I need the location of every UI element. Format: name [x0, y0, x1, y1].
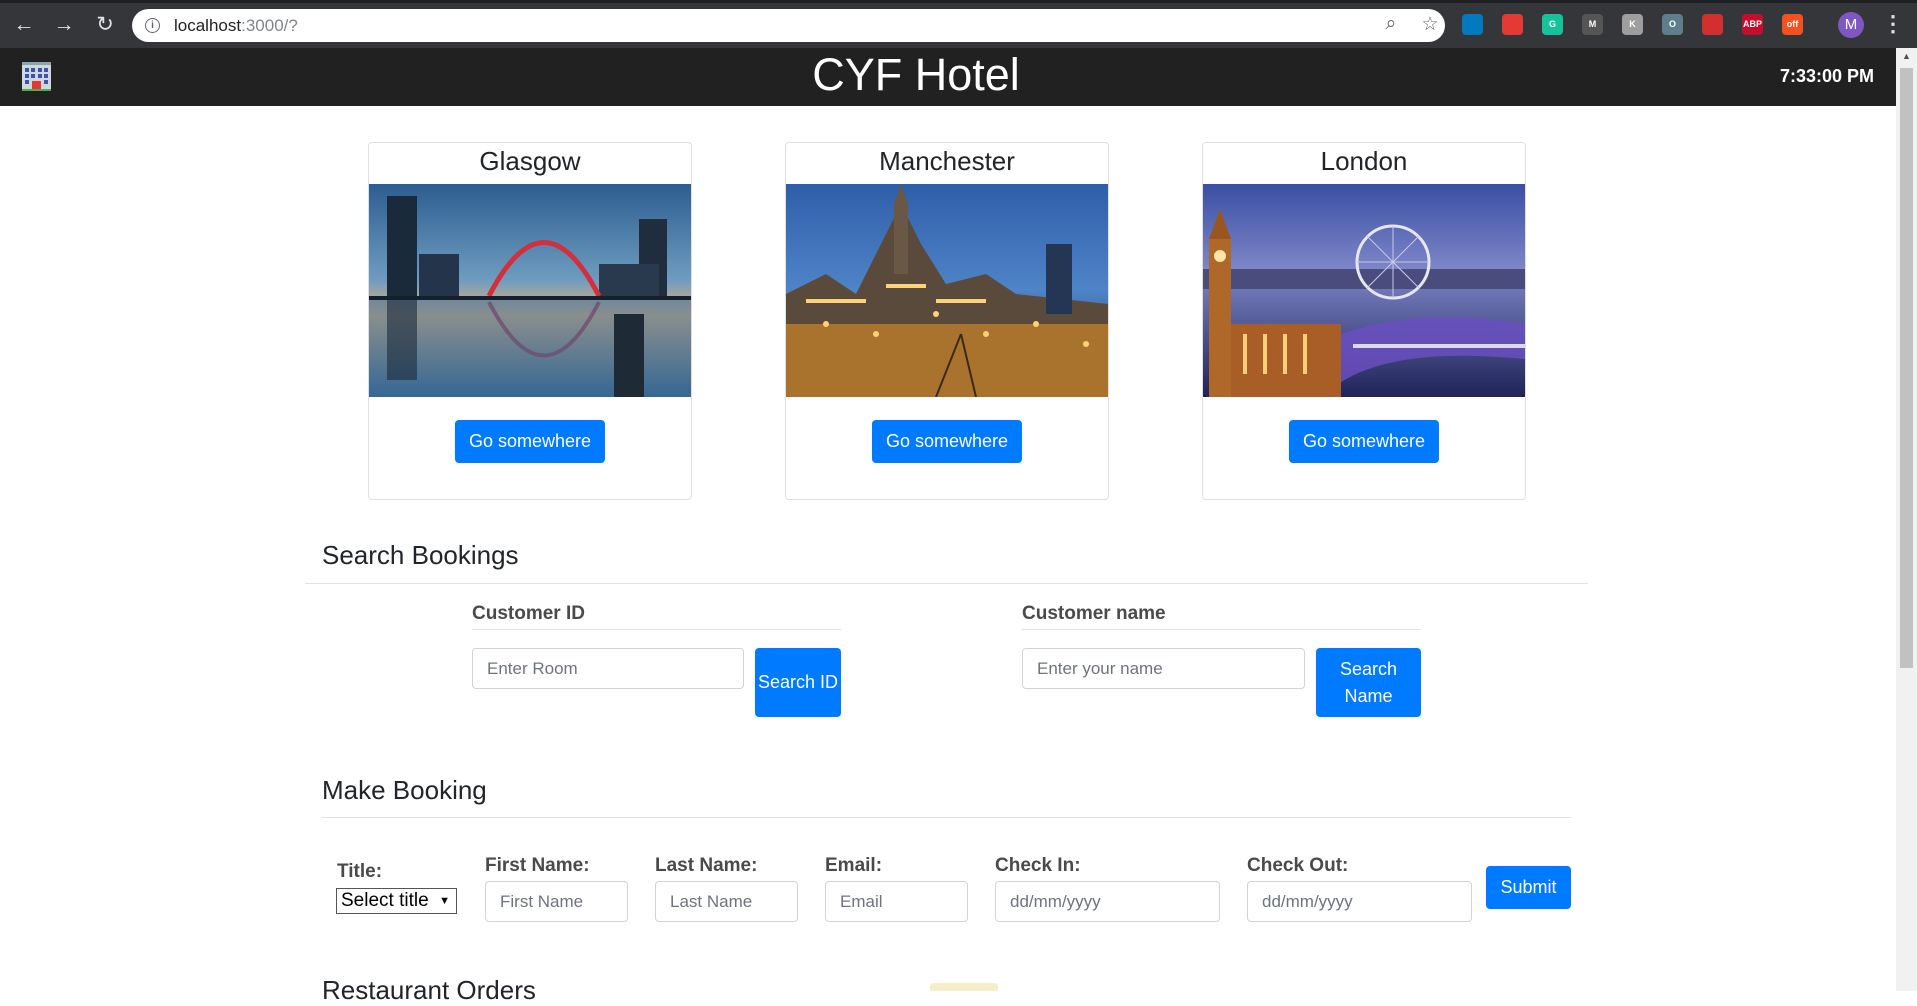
city-title: London: [1320, 146, 1408, 176]
zoom-icon[interactable]: ⌕: [1379, 13, 1403, 35]
customer-id-input[interactable]: [472, 648, 744, 689]
first-name-input[interactable]: [485, 881, 628, 922]
check-in-input[interactable]: [995, 881, 1220, 922]
bookmark-star-icon[interactable]: ☆: [1418, 13, 1442, 36]
customer-name-label: Customer name: [1022, 603, 1166, 624]
back-arrow-icon[interactable]: ←: [11, 12, 37, 38]
site-info-icon[interactable]: i: [145, 18, 160, 33]
page-scrollbar[interactable]: ▲: [1896, 48, 1917, 991]
address-bar[interactable]: i localhost:3000/? ⌕ ☆: [132, 9, 1445, 42]
city-title: Glasgow: [479, 146, 581, 176]
london-image: [1203, 184, 1525, 397]
customer-name-input[interactable]: [1022, 648, 1305, 689]
title-select[interactable]: Select title ▼: [336, 888, 457, 914]
stop-hand-icon[interactable]: [1502, 14, 1523, 35]
manchester-image: [786, 184, 1108, 397]
go-somewhere-button[interactable]: Go somewhere: [871, 420, 1023, 463]
circle-ext-icon[interactable]: O: [1662, 14, 1683, 35]
last-name-label: Last Name:: [655, 855, 758, 876]
trello-icon[interactable]: [1462, 14, 1483, 35]
browser-toolbar: ← → ↻ i localhost:3000/? ⌕ ☆ G M K O ABP off …: [0, 0, 1917, 48]
go-somewhere-button[interactable]: Go somewhere: [454, 420, 606, 463]
off-ext-icon[interactable]: off: [1782, 14, 1803, 35]
page-title: CYF Hotel: [812, 49, 1020, 100]
title-label: Title:: [337, 861, 383, 882]
mendeley-icon[interactable]: M: [1582, 14, 1603, 35]
email-input[interactable]: [825, 881, 968, 922]
label-underline: [1022, 629, 1421, 630]
forward-arrow-icon[interactable]: →: [51, 12, 77, 38]
dropdown-caret-icon: ▼: [439, 895, 450, 907]
last-name-input[interactable]: [655, 881, 798, 922]
check-in-label: Check In:: [995, 855, 1081, 876]
city-card-london: London Go somewhere: [1202, 142, 1526, 500]
first-name-label: First Name:: [485, 855, 590, 876]
go-somewhere-button[interactable]: Go somewhere: [1288, 420, 1440, 463]
search-name-button[interactable]: Search Name: [1316, 648, 1421, 717]
check-out-label: Check Out:: [1247, 855, 1349, 876]
label-underline: [472, 629, 841, 630]
scroll-up-arrow-icon[interactable]: ▲: [1896, 48, 1917, 64]
bug-ext-icon[interactable]: [1702, 14, 1723, 35]
profile-avatar[interactable]: M: [1838, 12, 1864, 38]
tab-strip: [0, 0, 1917, 3]
search-id-button[interactable]: Search ID: [755, 648, 841, 717]
glasgow-image: [369, 184, 691, 397]
city-card-glasgow: Glasgow Go somewhere: [368, 142, 692, 500]
adblock-plus-icon[interactable]: ABP: [1742, 14, 1763, 35]
check-out-input[interactable]: [1247, 881, 1472, 922]
grammarly-icon[interactable]: G: [1542, 14, 1563, 35]
url-text[interactable]: localhost:3000/?: [174, 16, 298, 36]
kebab-menu-icon[interactable]: ⋮: [1882, 12, 1904, 38]
section-divider: [305, 583, 1588, 584]
make-booking-heading: Make Booking: [322, 775, 487, 805]
scrollbar-thumb[interactable]: [1900, 68, 1913, 668]
search-bookings-heading: Search Bookings: [322, 540, 519, 570]
submit-button[interactable]: Submit: [1486, 866, 1571, 909]
app-header: CYF Hotel 7:33:00 PM: [0, 48, 1896, 106]
customer-id-label: Customer ID: [472, 603, 585, 624]
clock: 7:33:00 PM: [1779, 66, 1874, 86]
city-title: Manchester: [879, 146, 1015, 176]
email-label: Email:: [825, 855, 883, 876]
kyc-icon[interactable]: K: [1622, 14, 1643, 35]
section-divider: [322, 817, 1571, 818]
reload-icon[interactable]: ↻: [92, 12, 118, 38]
city-card-manchester: Manchester Go somewhere: [785, 142, 1109, 500]
restaurant-image-partial: [930, 983, 998, 991]
